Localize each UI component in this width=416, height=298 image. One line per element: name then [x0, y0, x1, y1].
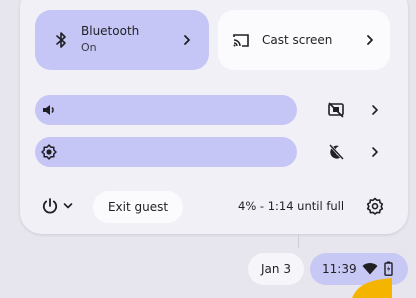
date-tray-button[interactable]: Jan 3: [248, 253, 304, 285]
wifi-icon: [362, 263, 378, 275]
brightness-slider[interactable]: [35, 137, 297, 167]
bluetooth-tile[interactable]: Bluetooth On: [35, 10, 209, 70]
bluetooth-status: On: [81, 41, 97, 54]
chevron-down-icon: [63, 203, 73, 209]
audio-output-icon: [328, 102, 344, 118]
mouse-cursor-highlight: [352, 278, 392, 298]
brightness-chevron-right-icon[interactable]: [368, 145, 382, 159]
audio-output-button[interactable]: [322, 96, 350, 124]
shelf-divider: [298, 234, 299, 248]
cast-screen-tile[interactable]: Cast screen: [218, 10, 390, 70]
power-menu-button[interactable]: [35, 191, 79, 221]
clock-time: 11:39: [322, 262, 357, 276]
night-light-button[interactable]: [322, 138, 350, 166]
battery-charging-icon: [384, 261, 393, 276]
cast-screen-label: Cast screen: [262, 33, 333, 47]
gear-icon: [366, 197, 384, 215]
bluetooth-title: Bluetooth: [81, 24, 140, 38]
volume-slider[interactable]: [35, 95, 297, 125]
power-icon: [42, 198, 58, 214]
settings-button[interactable]: [360, 191, 390, 221]
cast-chevron-right-icon[interactable]: [364, 34, 376, 46]
volume-chevron-right-icon[interactable]: [368, 103, 382, 117]
battery-status-text: 4% - 1:14 until full: [238, 199, 345, 213]
bluetooth-chevron-right-icon[interactable]: [181, 34, 193, 46]
cast-icon: [233, 34, 249, 47]
night-light-off-icon: [329, 144, 344, 160]
bluetooth-icon: [56, 32, 66, 48]
exit-guest-button[interactable]: Exit guest: [93, 191, 183, 223]
speaker-icon: [43, 105, 54, 115]
brightness-icon: [41, 144, 57, 160]
